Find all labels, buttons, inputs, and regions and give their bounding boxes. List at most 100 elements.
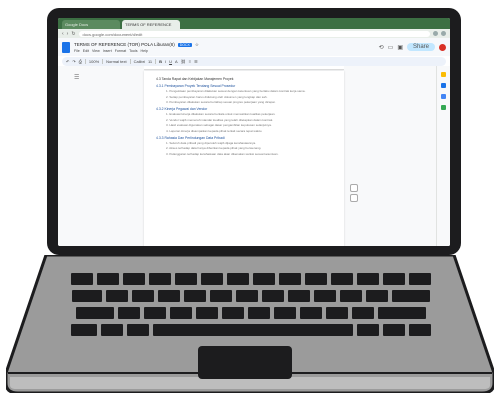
suggest-edit-icon[interactable] [350,194,358,202]
key[interactable] [127,324,149,336]
key[interactable] [196,307,218,319]
contacts-icon[interactable] [441,94,446,99]
trackpad[interactable] [198,346,292,379]
key[interactable] [170,307,192,319]
bold-icon[interactable]: B [159,59,162,64]
key[interactable] [184,290,206,302]
key[interactable] [409,324,431,336]
key[interactable] [357,273,379,285]
doc-paragraph: 2. Vendor wajib memenuhi standar kualita… [166,117,274,122]
key[interactable] [274,307,296,319]
key[interactable] [101,324,123,336]
keep-icon[interactable] [441,72,446,77]
spacebar-key[interactable] [153,324,353,336]
key-row [61,307,441,319]
menu-edit[interactable]: Edit [83,49,89,53]
key[interactable] [123,273,145,285]
menu-view[interactable]: View [92,49,100,53]
back-icon[interactable]: ‹ [62,31,64,37]
key[interactable] [227,273,249,285]
menu-file[interactable]: File [74,49,80,53]
list-icon[interactable]: ☰ [194,59,198,64]
extension-icon[interactable] [433,31,438,36]
key[interactable] [72,290,102,302]
key[interactable] [300,307,322,319]
key[interactable] [222,307,244,319]
profile-icon[interactable] [441,31,446,36]
key[interactable] [357,324,379,336]
key[interactable] [201,273,223,285]
key[interactable] [392,290,430,302]
reload-icon[interactable]: ↻ [71,31,75,37]
comment-icon[interactable]: ▭ [388,44,394,51]
key[interactable] [383,324,405,336]
browser-tab-docs[interactable]: Google Docs [62,20,120,29]
doc-title[interactable]: TERMS OF REFERENCE (TOR) POLA Liburan(8) [74,42,175,47]
key[interactable] [106,290,128,302]
key[interactable] [71,324,97,336]
outline-icon[interactable]: ☰ [74,74,79,81]
key[interactable] [352,307,374,319]
tasks-icon[interactable] [441,83,446,88]
key[interactable] [253,273,275,285]
underline-icon[interactable]: U [169,59,172,64]
key[interactable] [71,273,93,285]
font-select[interactable]: Calibri [134,59,145,64]
avatar[interactable] [439,43,446,51]
menu-help[interactable]: Help [141,49,148,53]
menu-bar: File Edit View Insert Format Tools Help [74,49,375,53]
key[interactable] [248,307,270,319]
key[interactable] [210,290,232,302]
add-comment-icon[interactable] [350,184,358,192]
key[interactable] [76,307,114,319]
style-select[interactable]: Normal text [106,59,126,64]
italic-icon[interactable]: I [165,59,166,64]
browser-tab-active[interactable]: TERMS OF REFERENCE [122,20,180,29]
key[interactable] [132,290,154,302]
align-icon[interactable]: ≡ [189,59,191,64]
laptop-screen: Google Docs TERMS OF REFERENCE ‹ › ↻ doc… [58,18,450,246]
key[interactable] [158,290,180,302]
key[interactable] [409,273,431,285]
menu-insert[interactable]: Insert [103,49,112,53]
link-icon[interactable]: ⛓ [181,59,186,64]
font-size-input[interactable]: 11 [148,59,152,64]
star-icon[interactable]: ☆ [195,42,199,48]
ruler[interactable] [144,66,344,70]
address-input[interactable]: docs.google.com/document/d/edit [78,30,430,37]
key[interactable] [305,273,327,285]
docs-logo-icon[interactable] [62,41,70,53]
share-button[interactable]: Share [406,43,435,51]
forward-icon[interactable]: › [67,31,69,37]
key[interactable] [262,290,284,302]
key[interactable] [97,273,119,285]
undo-icon[interactable]: ↶ [66,59,69,64]
key[interactable] [236,290,258,302]
menu-tools[interactable]: Tools [129,49,137,53]
key[interactable] [175,273,197,285]
redo-icon[interactable]: ↷ [72,59,75,64]
key[interactable] [331,273,353,285]
meet-icon[interactable]: ▣ [397,44,403,51]
history-icon[interactable]: ⟲ [379,44,384,51]
menu-format[interactable]: Format [115,49,126,53]
zoom-select[interactable]: 100% [89,59,99,64]
doc-title-block: TERMS OF REFERENCE (TOR) POLA Liburan(8)… [74,42,375,53]
text-color-icon[interactable]: A [175,59,178,64]
key[interactable] [383,273,405,285]
key[interactable] [340,290,362,302]
key[interactable] [144,307,166,319]
doc-paragraph: 2. Akses terhadap data hanya diberikan k… [166,146,262,150]
key[interactable] [149,273,171,285]
key[interactable] [326,307,348,319]
key[interactable] [288,290,310,302]
maps-icon[interactable] [441,105,446,110]
key[interactable] [378,307,426,319]
key[interactable] [366,290,388,302]
document-page[interactable]: 4.3 Tanda Rapat dan Kebijakan Manajemen … [144,71,344,246]
toolbar-divider [84,59,86,64]
key[interactable] [314,290,336,302]
key[interactable] [279,273,301,285]
key[interactable] [118,307,140,319]
print-icon[interactable]: ⎙ [79,59,82,64]
